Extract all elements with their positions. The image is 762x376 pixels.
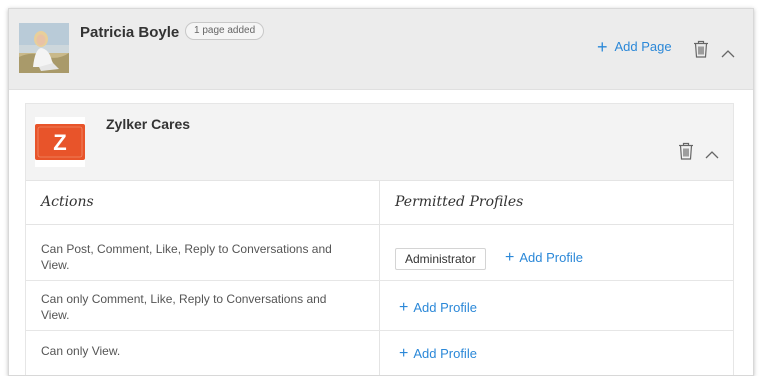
page-card: Z Zylker Cares Actions Permitted Profile… bbox=[25, 103, 734, 375]
add-profile-button[interactable]: + Add Profile bbox=[399, 344, 477, 362]
action-text: Can only View. bbox=[41, 344, 121, 358]
collapse-page-chevron-up-icon[interactable] bbox=[705, 146, 719, 164]
add-profile-button[interactable]: + Add Profile bbox=[505, 248, 583, 266]
permissions-panel: Patricia Boyle 1 page added + Add Page Z… bbox=[8, 8, 754, 376]
plus-icon: + bbox=[399, 344, 409, 362]
add-profile-label: Add Profile bbox=[413, 300, 477, 315]
add-profile-button[interactable]: + Add Profile bbox=[399, 298, 477, 316]
pages-count-badge: 1 page added bbox=[185, 22, 265, 40]
plus-icon: + bbox=[505, 248, 515, 266]
add-profile-label: Add Profile bbox=[413, 346, 477, 361]
page-name: Zylker Cares bbox=[106, 116, 191, 132]
plus-icon: + bbox=[597, 36, 608, 57]
delete-user-trash-icon[interactable] bbox=[693, 40, 709, 63]
user-name: Patricia Boyle bbox=[80, 24, 180, 41]
add-profile-label: Add Profile bbox=[519, 250, 583, 265]
add-page-button[interactable]: + Add Page bbox=[597, 36, 672, 57]
action-text: Can only Comment, Like, Reply to Convers… bbox=[41, 292, 327, 322]
page-header: Z Zylker Cares bbox=[26, 104, 733, 181]
profile-tag-administrator[interactable]: Administrator bbox=[395, 248, 486, 270]
table-row: Can only View. + Add Profile bbox=[26, 331, 733, 375]
collapse-user-chevron-up-icon[interactable] bbox=[721, 45, 735, 63]
delete-page-trash-icon[interactable] bbox=[678, 142, 694, 165]
user-header: Patricia Boyle 1 page added + Add Page bbox=[9, 9, 753, 90]
add-page-label: Add Page bbox=[614, 39, 672, 54]
table-row: Can Post, Comment, Like, Reply to Conver… bbox=[26, 231, 733, 281]
action-text: Can Post, Comment, Like, Reply to Conver… bbox=[41, 242, 332, 272]
avatar bbox=[19, 23, 69, 73]
table-row: Can only Comment, Like, Reply to Convers… bbox=[26, 281, 733, 331]
svg-text:Z: Z bbox=[53, 130, 66, 155]
permitted-profiles-column-header: Permitted Profiles bbox=[395, 194, 524, 210]
page-logo: Z bbox=[35, 117, 85, 167]
actions-column-header: Actions bbox=[41, 194, 94, 210]
plus-icon: + bbox=[399, 298, 409, 316]
